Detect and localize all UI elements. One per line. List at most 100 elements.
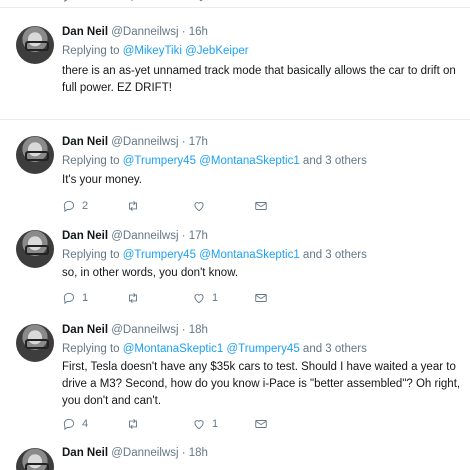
separator: · (178, 324, 189, 336)
tweet[interactable]: Dan Neil @Danneilwsj · 16h Replying to @… (0, 12, 470, 120)
separator: · (178, 230, 189, 242)
display-name[interactable]: Dan Neil (62, 136, 108, 148)
mention-link[interactable]: @MontanaSkeptic1 (123, 343, 224, 355)
timestamp[interactable]: 17h (189, 136, 208, 148)
separator: · (178, 26, 189, 38)
heart-icon (199, 0, 203, 2)
handle[interactable]: @Danneilwsj (111, 230, 178, 242)
mention-link[interactable]: @MontanaSkeptic1 (199, 155, 300, 167)
retweet-icon (131, 0, 133, 1)
dm-button[interactable] (254, 198, 268, 214)
retweet-icon (129, 201, 137, 211)
envelope-icon (255, 294, 267, 302)
dm-button[interactable] (258, 0, 272, 4)
reply-count: 1 (82, 292, 89, 304)
reply-icon (63, 200, 75, 213)
reply-button[interactable]: 2 (62, 0, 88, 4)
avatar[interactable] (16, 448, 54, 470)
dm-button[interactable] (254, 290, 268, 306)
tweet-text: so, in other words, you don't know. (62, 267, 239, 279)
tweet[interactable]: Dan Neil @Danneilwsj · 17h Replying to @… (0, 216, 470, 314)
like-count: 1 (212, 292, 219, 304)
retweet-button[interactable] (126, 198, 140, 214)
tweet-text: First, Tesla doesn't have any $35k cars … (62, 361, 461, 407)
reply-count: 2 (82, 200, 89, 212)
avatar[interactable] (16, 230, 54, 268)
tweet-actions: 2 (62, 0, 322, 4)
others-link[interactable]: and 3 others (300, 155, 367, 167)
display-name[interactable]: Dan Neil (62, 26, 108, 38)
reply-icon (63, 292, 75, 305)
reply-button[interactable]: 4 (62, 416, 88, 432)
tweet-header: Dan Neil @Danneilwsj · 17h (62, 230, 208, 242)
replying-to: Replying to @Trumpery45 @MontanaSkeptic1… (62, 155, 367, 167)
mention-link[interactable]: @Trumpery45 (123, 249, 196, 261)
reply-button[interactable]: 1 (62, 290, 88, 306)
replying-prefix: Replying to (62, 343, 123, 355)
tweet-header: Dan Neil @Danneilwsj · 18h (62, 324, 208, 336)
envelope-icon (255, 420, 267, 428)
others-link[interactable]: and 3 others (300, 249, 367, 261)
reply-button[interactable]: 2 (62, 198, 88, 214)
tweet-actions: 4 1 (62, 416, 322, 432)
timestamp[interactable]: 16h (189, 26, 208, 38)
dm-button[interactable] (254, 416, 268, 432)
retweet-button[interactable] (126, 416, 140, 432)
reply-icon (63, 418, 75, 431)
mention-link[interactable]: @JebKeiper (185, 45, 248, 57)
tweet-header: Dan Neil @Danneilwsj · 16h (62, 26, 208, 38)
like-button[interactable]: 1 (192, 290, 218, 306)
like-button[interactable]: 1 (192, 416, 218, 432)
like-button[interactable] (192, 198, 206, 214)
retweet-icon (129, 419, 137, 429)
avatar[interactable] (16, 26, 54, 64)
tweet-header: Dan Neil @Danneilwsj · 17h (62, 136, 208, 148)
replying-to: Replying to @MontanaSkeptic1 @Trumpery45… (62, 343, 367, 355)
tweet-header: Dan Neil @Danneilwsj · 18h (62, 447, 208, 459)
tweet[interactable]: Dan Neil @Danneilwsj · 18h Replying to @… (0, 310, 470, 440)
like-count: 1 (212, 418, 219, 430)
tweet[interactable]: Dan Neil @Danneilwsj · 17h Replying to @… (0, 122, 470, 222)
timestamp[interactable]: 17h (189, 230, 208, 242)
tweet-partial-bottom[interactable]: Dan Neil @Danneilwsj · 18h (0, 438, 470, 470)
reply-icon (64, 0, 68, 3)
mention-link[interactable]: @MontanaSkeptic1 (199, 249, 300, 261)
replying-to: Replying to @MikeyTiki @JebKeiper (62, 45, 249, 57)
avatar[interactable] (16, 136, 54, 174)
heart-icon (194, 294, 204, 304)
replying-to: Replying to @Trumpery45 @MontanaSkeptic1… (62, 249, 367, 261)
timestamp[interactable]: 18h (189, 324, 208, 336)
handle[interactable]: @Danneilwsj (111, 26, 178, 38)
tweet-text: It's your money. (62, 174, 142, 186)
retweet-icon (129, 293, 137, 303)
display-name[interactable]: Dan Neil (62, 230, 108, 242)
mention-link[interactable]: @MikeyTiki (123, 45, 182, 57)
handle[interactable]: @Danneilwsj (111, 136, 178, 148)
retweet-button[interactable] (126, 0, 140, 4)
tweet-text: there is an as-yet unnamed track mode th… (62, 65, 456, 94)
handle[interactable]: @Danneilwsj (111, 447, 178, 459)
replying-prefix: Replying to (62, 249, 123, 261)
tweet-actions: 2 (62, 198, 322, 214)
tweet-actions: 1 1 (62, 290, 322, 306)
replying-prefix: Replying to (62, 155, 123, 167)
timestamp[interactable]: 18h (189, 447, 208, 459)
display-name[interactable]: Dan Neil (62, 324, 108, 336)
separator: · (178, 136, 189, 148)
mention-link[interactable]: @Trumpery45 (123, 155, 196, 167)
replying-prefix: Replying to (62, 45, 123, 57)
mention-link[interactable]: @Trumpery45 (226, 343, 299, 355)
retweet-button[interactable] (126, 290, 140, 306)
reply-count: 4 (82, 418, 89, 430)
others-link[interactable]: and 3 others (300, 343, 367, 355)
reply-count: 2 (82, 0, 88, 2)
tweet-partial-top: 2 (0, 0, 470, 8)
envelope-icon (255, 202, 267, 210)
envelope-icon (258, 0, 272, 3)
heart-icon (194, 202, 204, 212)
handle[interactable]: @Danneilwsj (111, 324, 178, 336)
display-name[interactable]: Dan Neil (62, 447, 108, 459)
heart-icon (194, 420, 204, 430)
avatar[interactable] (16, 324, 54, 362)
like-button[interactable] (194, 0, 208, 4)
